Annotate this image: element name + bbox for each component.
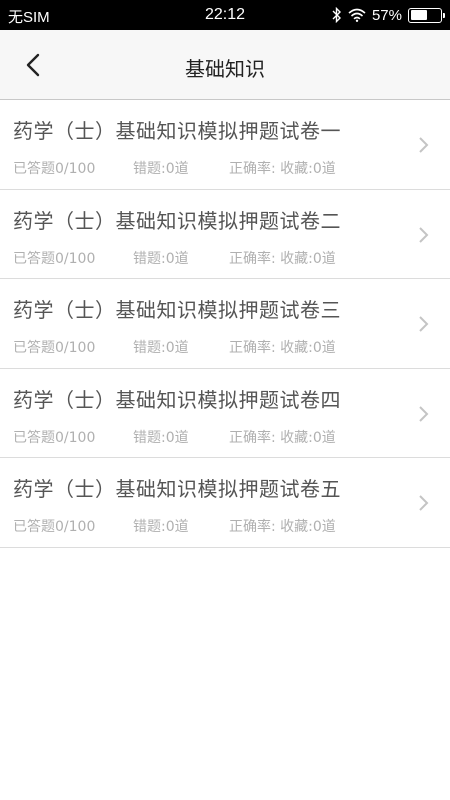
- chevron-right-icon: [419, 137, 429, 153]
- battery-fill: [410, 10, 428, 20]
- answered-count: 已答题0/100: [13, 161, 96, 177]
- back-button[interactable]: [20, 50, 48, 80]
- accuracy-favorites: 正确率: 收藏:0道: [229, 519, 336, 535]
- answered-count: 已答题0/100: [13, 429, 96, 446]
- accuracy-favorites: 正确率: 收藏:0道: [229, 340, 336, 356]
- wifi-icon: [348, 8, 366, 22]
- paper-title: 药学（士）基础知识模拟押题试卷三: [13, 298, 341, 322]
- chevron-right-icon: [419, 226, 429, 243]
- wrong-count: 错题:0道: [133, 161, 189, 177]
- wrong-count: 错题:0道: [133, 429, 189, 446]
- paper-list: 药学（士）基础知识模拟押题试卷一 已答题0/100 错题:0道 正确率: 收藏:…: [0, 100, 450, 548]
- paper-stats: 已答题0/100 错题:0道 正确率: 收藏:0道: [13, 158, 413, 178]
- chevron-right-icon: [419, 316, 429, 332]
- list-item[interactable]: 药学（士）基础知识模拟押题试卷四 已答题0/100 错题:0道 正确率: 收藏:…: [0, 368, 450, 458]
- status-icons: 57%: [332, 5, 445, 25]
- paper-stats: 已答题0/100 错题:0道 正确率: 收藏:0道: [13, 427, 413, 447]
- list-item[interactable]: 药学（士）基础知识模拟押题试卷一 已答题0/100 错题:0道 正确率: 收藏:…: [0, 100, 450, 190]
- battery-percent: 57%: [371, 6, 402, 24]
- paper-title: 药学（士）基础知识模拟押题试卷四: [13, 387, 341, 412]
- chevron-right-icon: [419, 405, 429, 422]
- paper-title: 药学（士）基础知识模拟押题试卷五: [13, 477, 341, 501]
- battery-icon: [408, 7, 445, 23]
- paper-stats: 已答题0/100 错题:0道 正确率: 收藏:0道: [13, 516, 413, 536]
- paper-stats: 已答题0/100 错题:0道 正确率: 收藏:0道: [13, 337, 413, 357]
- chevron-right-icon: [419, 495, 429, 511]
- wrong-count: 错题:0道: [133, 340, 189, 356]
- wrong-count: 错题:0道: [133, 250, 189, 267]
- chevron-left-icon: [26, 53, 40, 77]
- paper-stats: 已答题0/100 错题:0道 正确率: 收藏:0道: [13, 248, 413, 268]
- list-item[interactable]: 药学（士）基础知识模拟押题试卷二 已答题0/100 错题:0道 正确率: 收藏:…: [0, 189, 450, 279]
- paper-title: 药学（士）基础知识模拟押题试卷二: [13, 208, 341, 233]
- wrong-count: 错题:0道: [133, 519, 189, 535]
- answered-count: 已答题0/100: [13, 340, 96, 356]
- accuracy-favorites: 正确率: 收藏:0道: [229, 250, 336, 267]
- accuracy-favorites: 正确率: 收藏:0道: [229, 161, 336, 177]
- page-title: 基础知识: [185, 57, 265, 81]
- answered-count: 已答题0/100: [13, 519, 96, 535]
- status-bar: 无SIM 22:12 57%: [0, 0, 450, 30]
- accuracy-favorites: 正确率: 收藏:0道: [229, 429, 336, 446]
- bluetooth-icon: [332, 7, 341, 23]
- list-item[interactable]: 药学（士）基础知识模拟押题试卷三 已答题0/100 错题:0道 正确率: 收藏:…: [0, 279, 450, 369]
- list-item[interactable]: 药学（士）基础知识模拟押题试卷五 已答题0/100 错题:0道 正确率: 收藏:…: [0, 458, 450, 548]
- paper-title: 药学（士）基础知识模拟押题试卷一: [13, 119, 341, 143]
- answered-count: 已答题0/100: [13, 250, 96, 267]
- nav-bar: 基础知识: [0, 30, 450, 100]
